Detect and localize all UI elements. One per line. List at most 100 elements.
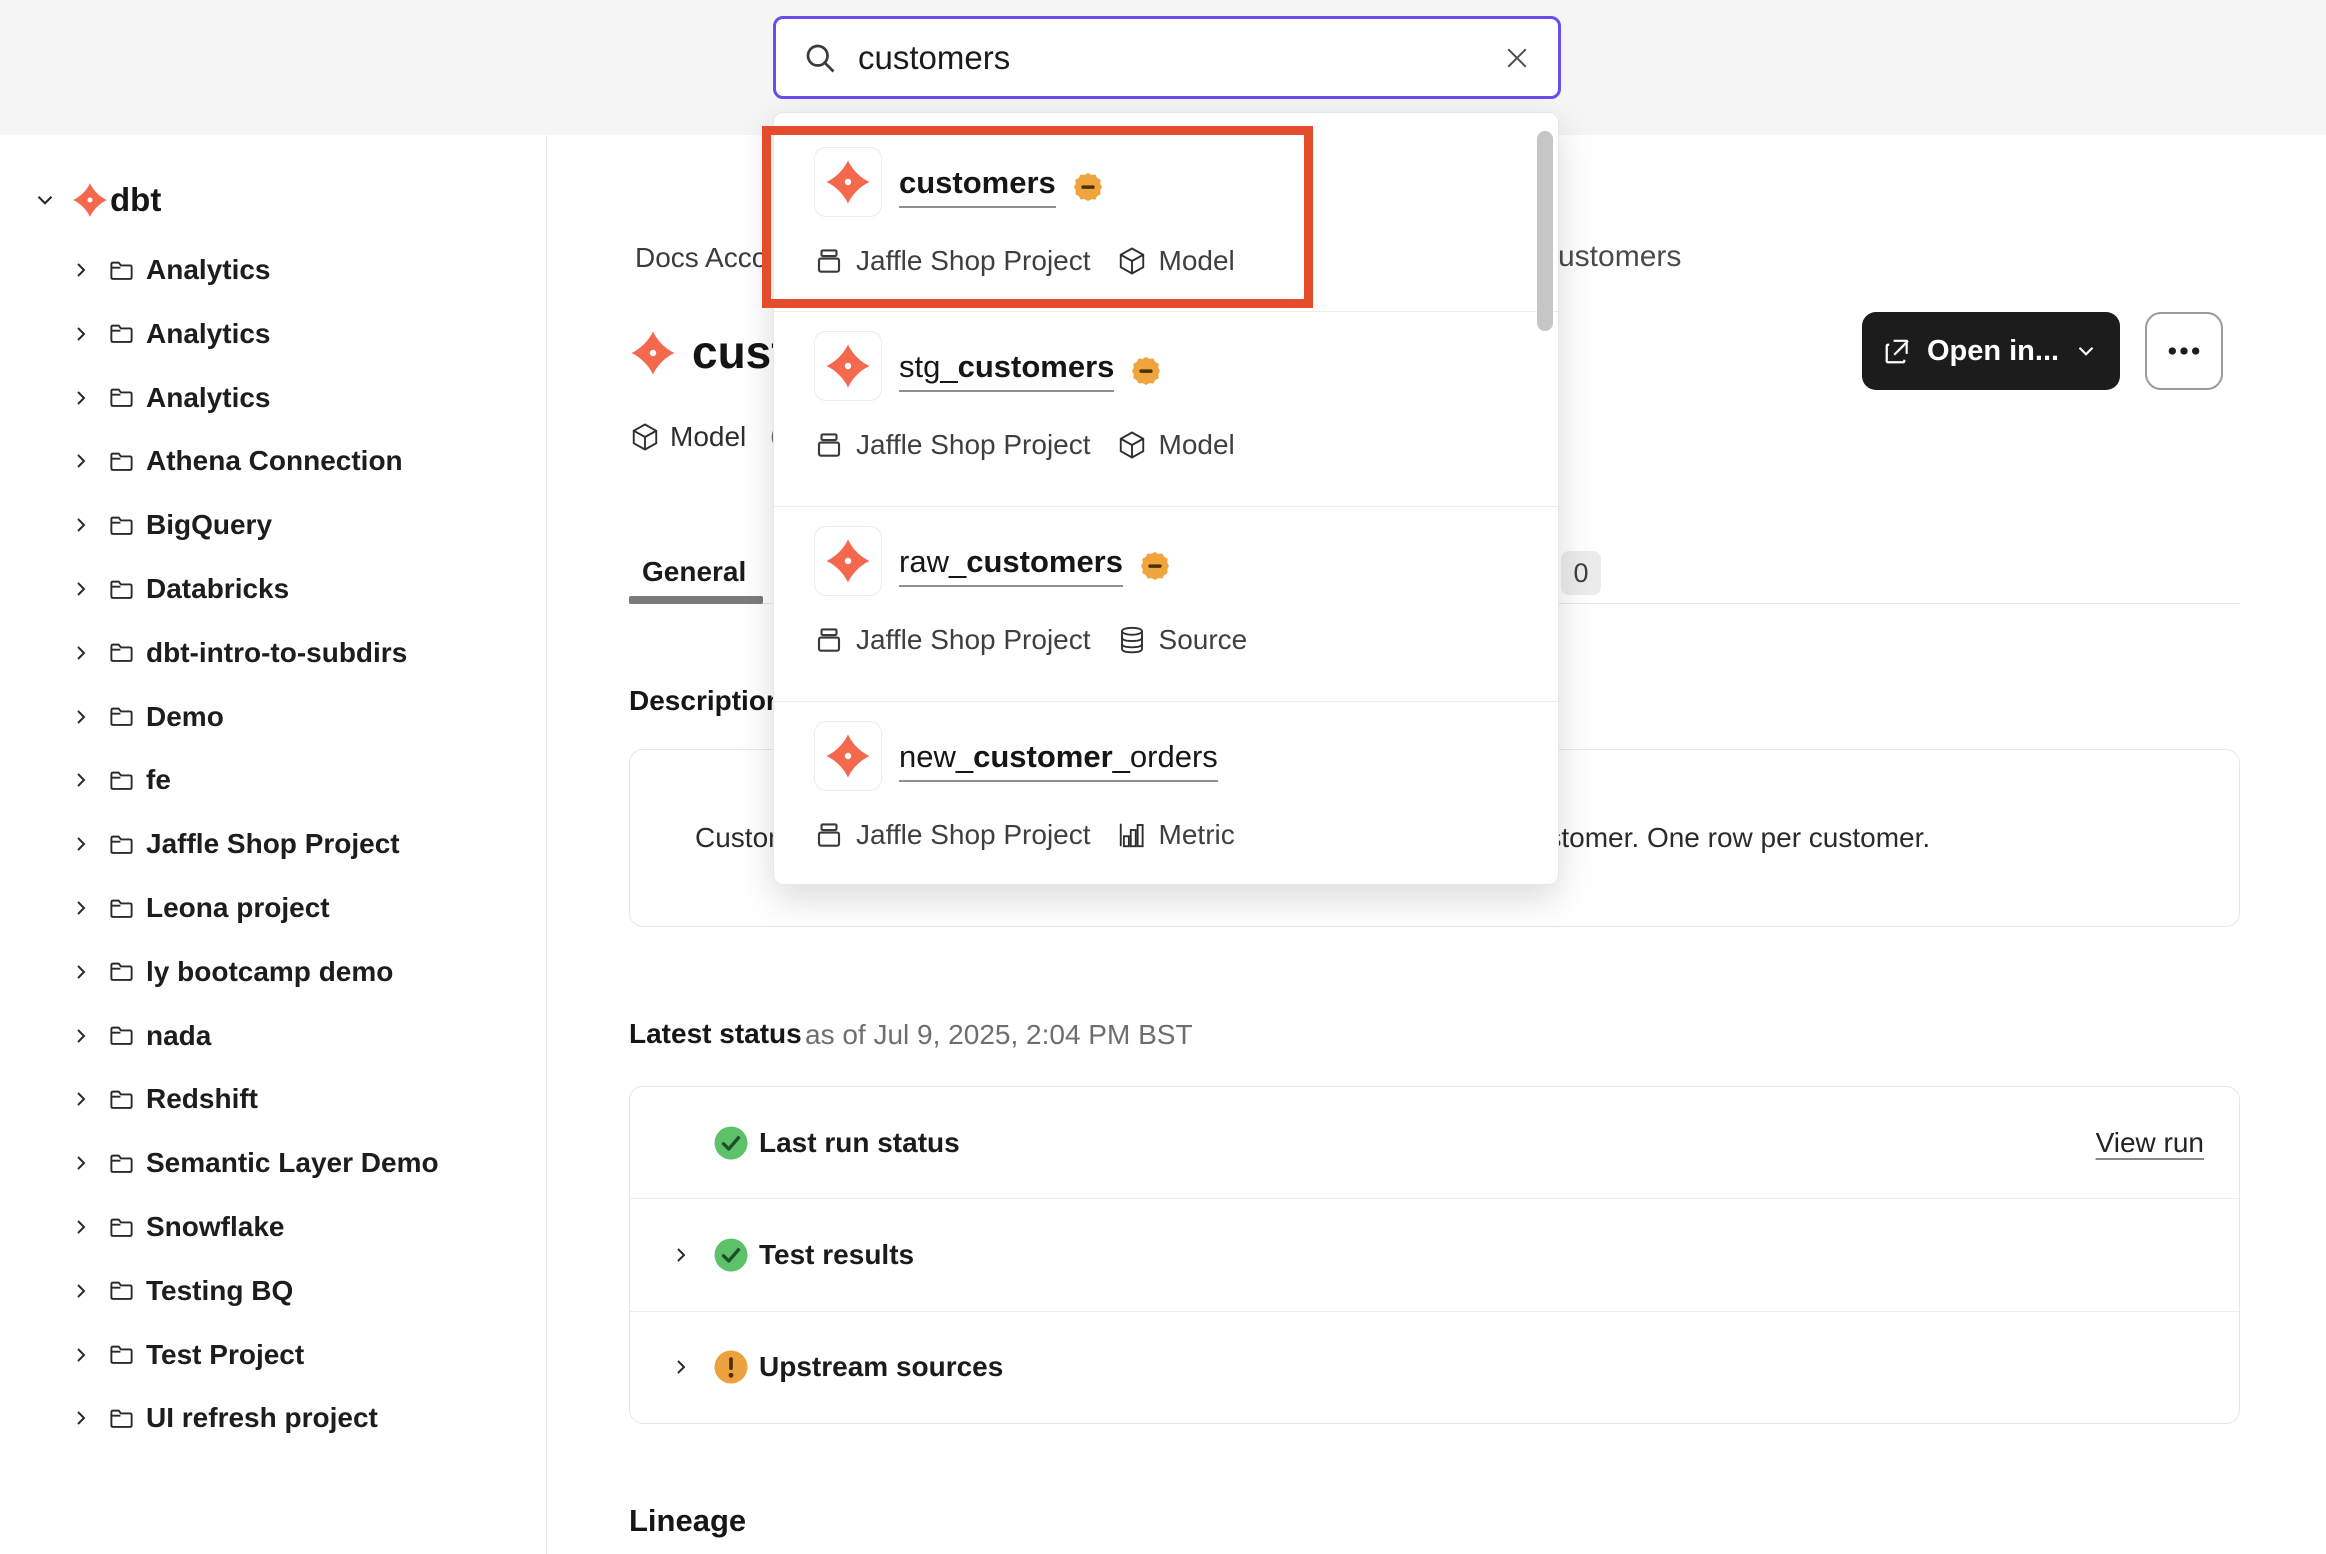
- sidebar-item-label: Jaffle Shop Project: [146, 828, 400, 860]
- description-heading: Description: [629, 685, 783, 717]
- chevron-right-icon[interactable]: [69, 768, 93, 792]
- chevron-right-icon[interactable]: [69, 832, 93, 856]
- sidebar-item-leona-project[interactable]: Leona project: [0, 880, 547, 936]
- result-name-match: customers: [958, 349, 1115, 384]
- chevron-down-icon: [2073, 338, 2099, 364]
- search-result-new_customer_orders[interactable]: new_customer_orders Jaffle Shop Project …: [774, 701, 1558, 886]
- sidebar-item-dbt-intro-to-subdirs[interactable]: dbt-intro-to-subdirs: [0, 625, 547, 681]
- search-icon: [802, 40, 838, 76]
- result-name-suffix: _orders: [1113, 739, 1218, 774]
- sidebar-item-analytics[interactable]: Analytics: [0, 306, 547, 362]
- result-name-link[interactable]: raw_customers: [899, 544, 1123, 587]
- chevron-right-icon[interactable]: [69, 705, 93, 729]
- sidebar-item-athena-connection[interactable]: Athena Connection: [0, 433, 547, 489]
- result-name-prefix: raw_: [899, 544, 966, 579]
- chevron-right-icon[interactable]: [69, 449, 93, 473]
- search-input[interactable]: [858, 39, 1482, 77]
- folder-icon: [108, 576, 135, 603]
- sidebar-item-label: ly bootcamp demo: [146, 956, 393, 988]
- result-divider: [774, 506, 1558, 507]
- sidebar-item-bigquery[interactable]: BigQuery: [0, 497, 547, 553]
- tab-general[interactable]: General: [642, 556, 746, 588]
- result-name-link[interactable]: customers: [899, 165, 1056, 208]
- sidebar-item-semantic-layer-demo[interactable]: Semantic Layer Demo: [0, 1135, 547, 1191]
- success-check-icon: [713, 1125, 749, 1161]
- breadcrumb-current: customers: [1543, 240, 1681, 274]
- result-type-label: Model: [1159, 429, 1235, 461]
- sidebar-item-nada[interactable]: nada: [0, 1008, 547, 1064]
- open-in-label: Open in...: [1927, 335, 2059, 368]
- chevron-right-icon[interactable]: [69, 960, 93, 984]
- chevron-right-icon[interactable]: [69, 1406, 93, 1430]
- status-row-test-results[interactable]: Test results: [630, 1198, 2239, 1310]
- clear-search-icon[interactable]: [1502, 43, 1532, 73]
- chevron-right-icon[interactable]: [69, 577, 93, 601]
- view-run-link[interactable]: View run: [2096, 1127, 2204, 1159]
- folder-icon: [108, 1022, 135, 1049]
- search-result-customers[interactable]: customers Jaffle Shop Project Model: [774, 127, 1558, 311]
- status-row-label: Last run status: [759, 1127, 960, 1159]
- result-project-label: Jaffle Shop Project: [856, 624, 1091, 656]
- search-box[interactable]: [773, 16, 1561, 99]
- sidebar-item-label: Analytics: [146, 382, 271, 414]
- sidebar-item-fe[interactable]: fe: [0, 752, 547, 808]
- sidebar-item-ui-refresh-project[interactable]: UI refresh project: [0, 1390, 547, 1446]
- status-card: Last run status View run Test results Ups…: [629, 1086, 2240, 1424]
- chevron-right-icon[interactable]: [69, 1343, 93, 1367]
- sidebar-item-label: Demo: [146, 701, 224, 733]
- folder-icon: [108, 384, 135, 411]
- sidebar-item-databricks[interactable]: Databricks: [0, 561, 547, 617]
- model-cube-icon: [1117, 246, 1147, 276]
- result-type-label: Metric: [1159, 819, 1235, 851]
- chevron-right-icon[interactable]: [69, 896, 93, 920]
- more-options-button[interactable]: [2145, 312, 2223, 390]
- warning-icon: [713, 1349, 749, 1385]
- folder-icon: [108, 767, 135, 794]
- chevron-right-icon[interactable]: [69, 258, 93, 282]
- folder-icon: [108, 639, 135, 666]
- chevron-right-icon[interactable]: [69, 1279, 93, 1303]
- sidebar-item-jaffle-shop-project[interactable]: Jaffle Shop Project: [0, 816, 547, 872]
- result-name-link[interactable]: stg_customers: [899, 349, 1114, 392]
- result-name-prefix: new_: [899, 739, 973, 774]
- chevron-right-icon[interactable]: [69, 1087, 93, 1111]
- project-icon: [814, 430, 844, 460]
- chevron-right-icon[interactable]: [69, 1151, 93, 1175]
- folder-icon: [108, 1277, 135, 1304]
- chevron-right-icon[interactable]: [69, 322, 93, 346]
- dbt-result-logo-icon: [814, 721, 882, 791]
- dropdown-scrollbar-thumb[interactable]: [1537, 131, 1553, 331]
- chevron-right-icon[interactable]: [69, 1024, 93, 1048]
- sidebar-item-redshift[interactable]: Redshift: [0, 1071, 547, 1127]
- chevron-right-icon[interactable]: [669, 1242, 693, 1268]
- chevron-right-icon[interactable]: [669, 1354, 693, 1380]
- chevron-right-icon[interactable]: [69, 1215, 93, 1239]
- search-result-stg_customers[interactable]: stg_customers Jaffle Shop Project Model: [774, 311, 1558, 506]
- sidebar-item-analytics[interactable]: Analytics: [0, 370, 547, 426]
- chevron-right-icon[interactable]: [69, 513, 93, 537]
- sidebar-item-demo[interactable]: Demo: [0, 689, 547, 745]
- result-divider: [774, 701, 1558, 702]
- open-in-button[interactable]: Open in...: [1862, 312, 2120, 390]
- external-link-icon: [1883, 336, 1913, 366]
- status-row-upstream-sources[interactable]: Upstream sources: [630, 1311, 2239, 1423]
- sidebar-item-test-project[interactable]: Test Project: [0, 1327, 547, 1383]
- sidebar-item-label: BigQuery: [146, 509, 272, 541]
- status-row-label: Upstream sources: [759, 1351, 1003, 1383]
- sidebar-item-snowflake[interactable]: Snowflake: [0, 1199, 547, 1255]
- folder-icon: [108, 1341, 135, 1368]
- sidebar-item-testing-bq[interactable]: Testing BQ: [0, 1263, 547, 1319]
- chevron-right-icon[interactable]: [69, 386, 93, 410]
- folder-icon: [108, 512, 135, 539]
- folder-icon: [108, 448, 135, 475]
- sidebar-item-label: Athena Connection: [146, 445, 403, 477]
- result-name-link[interactable]: new_customer_orders: [899, 739, 1218, 782]
- chevron-down-icon[interactable]: [32, 187, 58, 213]
- sidebar-item-analytics[interactable]: Analytics: [0, 242, 547, 298]
- search-result-raw_customers[interactable]: raw_customers Jaffle Shop Project Source: [774, 506, 1558, 701]
- source-database-icon: [1117, 625, 1147, 655]
- chevron-right-icon[interactable]: [69, 641, 93, 665]
- sidebar-item-ly-bootcamp-demo[interactable]: ly bootcamp demo: [0, 944, 547, 1000]
- dbt-logo-icon: [72, 182, 108, 218]
- model-cube-icon: [1117, 430, 1147, 460]
